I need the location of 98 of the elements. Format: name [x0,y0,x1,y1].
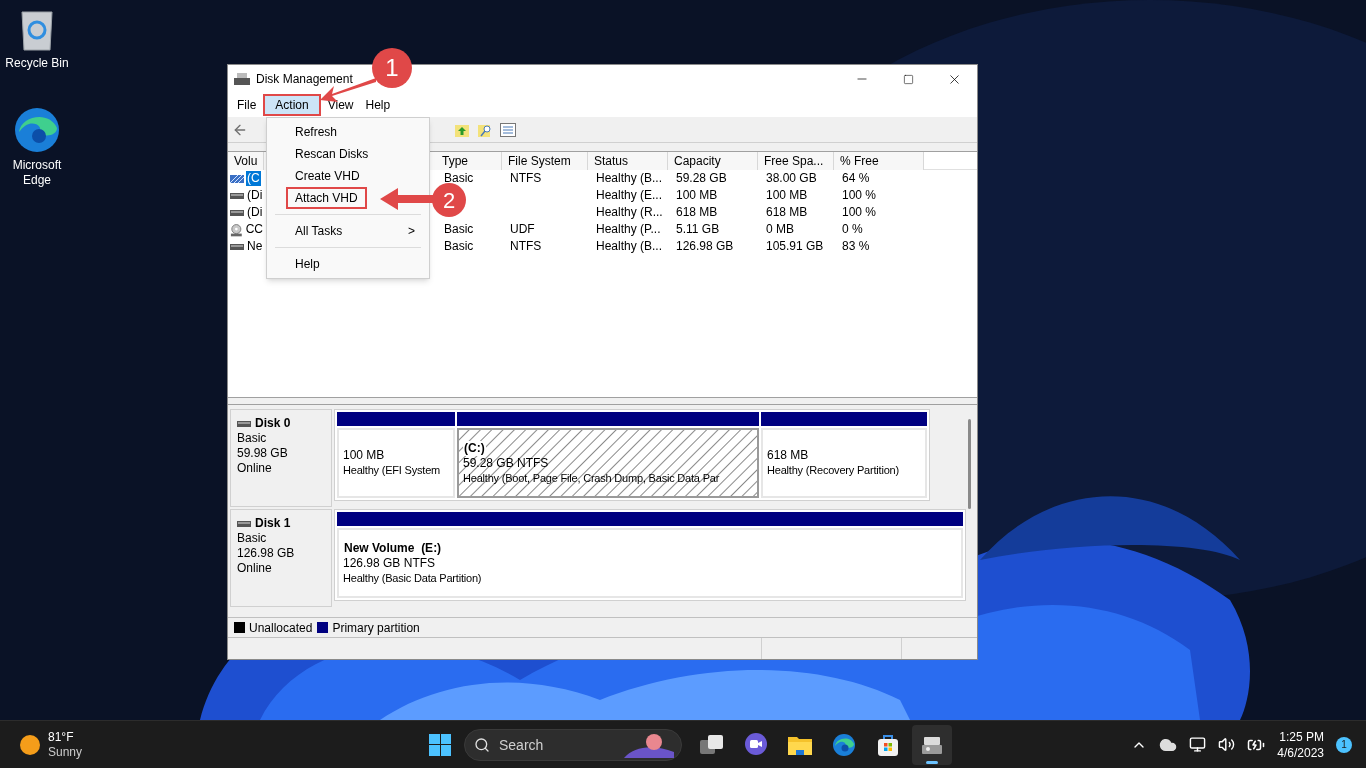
menu-option[interactable]: Rescan Disks [295,143,369,165]
sun-icon[interactable] [20,734,40,755]
disk-type: Basic [237,531,268,546]
volume-icon [230,174,244,183]
column-header[interactable]: Type [436,152,502,170]
network-icon[interactable] [1189,736,1207,753]
disk-name: Disk 1 [255,516,291,531]
table-cell: Basic [444,171,474,186]
maximize-icon [902,73,914,85]
clock-date[interactable]: 4/6/2023 [1277,744,1324,761]
menu-option[interactable]: Attach VHD [286,187,367,209]
partition-status: Healthy (EFI System [343,463,442,478]
task-view-icon[interactable] [700,733,724,756]
edge-icon[interactable] [13,106,61,154]
disk-status: Online [237,561,273,576]
landscape-icon [624,731,674,758]
edge-icon[interactable] [832,732,856,757]
table-cell: Healthy (P... [596,222,661,237]
disk-size: 59.98 GB [237,446,289,461]
drive-icon [237,420,251,427]
table-cell[interactable]: Ne [246,239,264,254]
table-cell: NTFS [510,171,542,186]
desktop-icon-label: Microsoft Edge [11,158,63,188]
clock-time[interactable]: 1:25 PM [1279,728,1324,745]
legend-label: Unallocated [249,619,313,637]
menu-item[interactable]: View [322,94,359,116]
table-cell: 100 % [842,205,877,220]
table-cell: Healthy (E... [596,188,663,203]
partition-name: New Volume (E:) [343,540,443,556]
taskbar-app[interactable] [912,724,952,765]
table-cell: 100 MB [766,188,808,203]
weather-temperature: 81°F [48,729,75,745]
partition-name: (C:) [463,440,486,456]
partition-status: Healthy (Boot, Page File, Crash Dump, Basic Data Par [463,470,721,486]
table-cell: 0 MB [766,222,794,237]
partition-status: Healthy (Recovery Partition) [767,463,900,478]
menu-option[interactable]: All Tasks [295,220,343,242]
table-cell: 126.98 GB [676,239,734,254]
table-cell: 105.91 GB [766,239,824,254]
window-title: Disk Management [256,71,353,88]
menu-item[interactable]: Help [360,94,396,116]
menu-item[interactable]: File [232,94,262,116]
table-cell[interactable]: (Di [246,188,264,203]
table-cell: 618 MB [766,205,808,220]
active-indicator [926,760,938,764]
table-cell[interactable]: (C [246,171,261,186]
table-cell: 618 MB [676,205,718,220]
table-cell: Basic [444,222,474,237]
column-header[interactable]: % Free [834,152,924,170]
weather-condition: Sunny [48,744,83,760]
column-header[interactable]: Volu [228,152,264,170]
search-field[interactable]: Search [464,728,682,761]
legend-label: Primary partition [332,619,420,637]
disk-name: Disk 0 [255,416,291,431]
table-cell: NTFS [510,239,542,254]
table-cell: 83 % [842,239,870,254]
table-cell: 38.00 GB [766,171,817,186]
table-cell: 100 % [842,188,877,203]
column-header[interactable]: Capacity [668,152,758,170]
notification-badge[interactable]: 1 [1336,736,1352,753]
table-cell[interactable]: CC [244,222,264,237]
disk-drive-icon [234,73,250,85]
partition-size: 100 MB [343,448,386,463]
search-icon [474,736,490,753]
column-header[interactable]: Status [588,152,668,170]
table-cell: UDF [510,222,535,237]
table-cell: Healthy (B... [596,239,663,254]
table-cell: Healthy (B... [596,171,663,186]
partition-size: 126.98 GB NTFS [343,555,437,571]
table-cell: 5.11 GB [676,222,720,237]
menu-option[interactable]: Refresh [295,121,338,143]
table-cell: Healthy (R... [596,205,663,220]
recycle-bin-icon[interactable] [20,10,54,52]
partition-size: 59.28 GB NTFS [463,455,550,471]
volume-icon[interactable] [1218,736,1236,753]
store-bag-icon[interactable] [876,732,900,757]
table-cell[interactable]: (Di [246,205,264,220]
disk-size: 126.98 GB [237,546,296,561]
table-cell: 64 % [842,171,870,186]
desktop-icon-label: Recycle Bin [4,56,70,71]
scrollbar[interactable] [968,419,971,509]
table-cell: 100 MB [676,188,718,203]
table-cell: Basic [444,239,474,254]
table-cell: 59.28 GB [676,171,727,186]
table-cell: 0 % [842,222,863,237]
column-header[interactable]: File System [502,152,588,170]
list-view-icon[interactable] [500,122,516,137]
partition-status: Healthy (Basic Data Partition) [343,570,483,586]
disk-type: Basic [237,431,268,446]
menu-item[interactable]: Action [263,94,321,116]
submenu-arrow: > [408,223,415,240]
menu-option[interactable]: Create VHD [295,165,360,187]
menu-option[interactable]: Help [295,253,320,275]
column-header[interactable]: Free Spa... [758,152,834,170]
partition-size: 618 MB [767,448,810,463]
drive-icon [237,520,251,527]
disk-status: Online [237,461,273,476]
video-chat-icon[interactable] [744,732,768,757]
